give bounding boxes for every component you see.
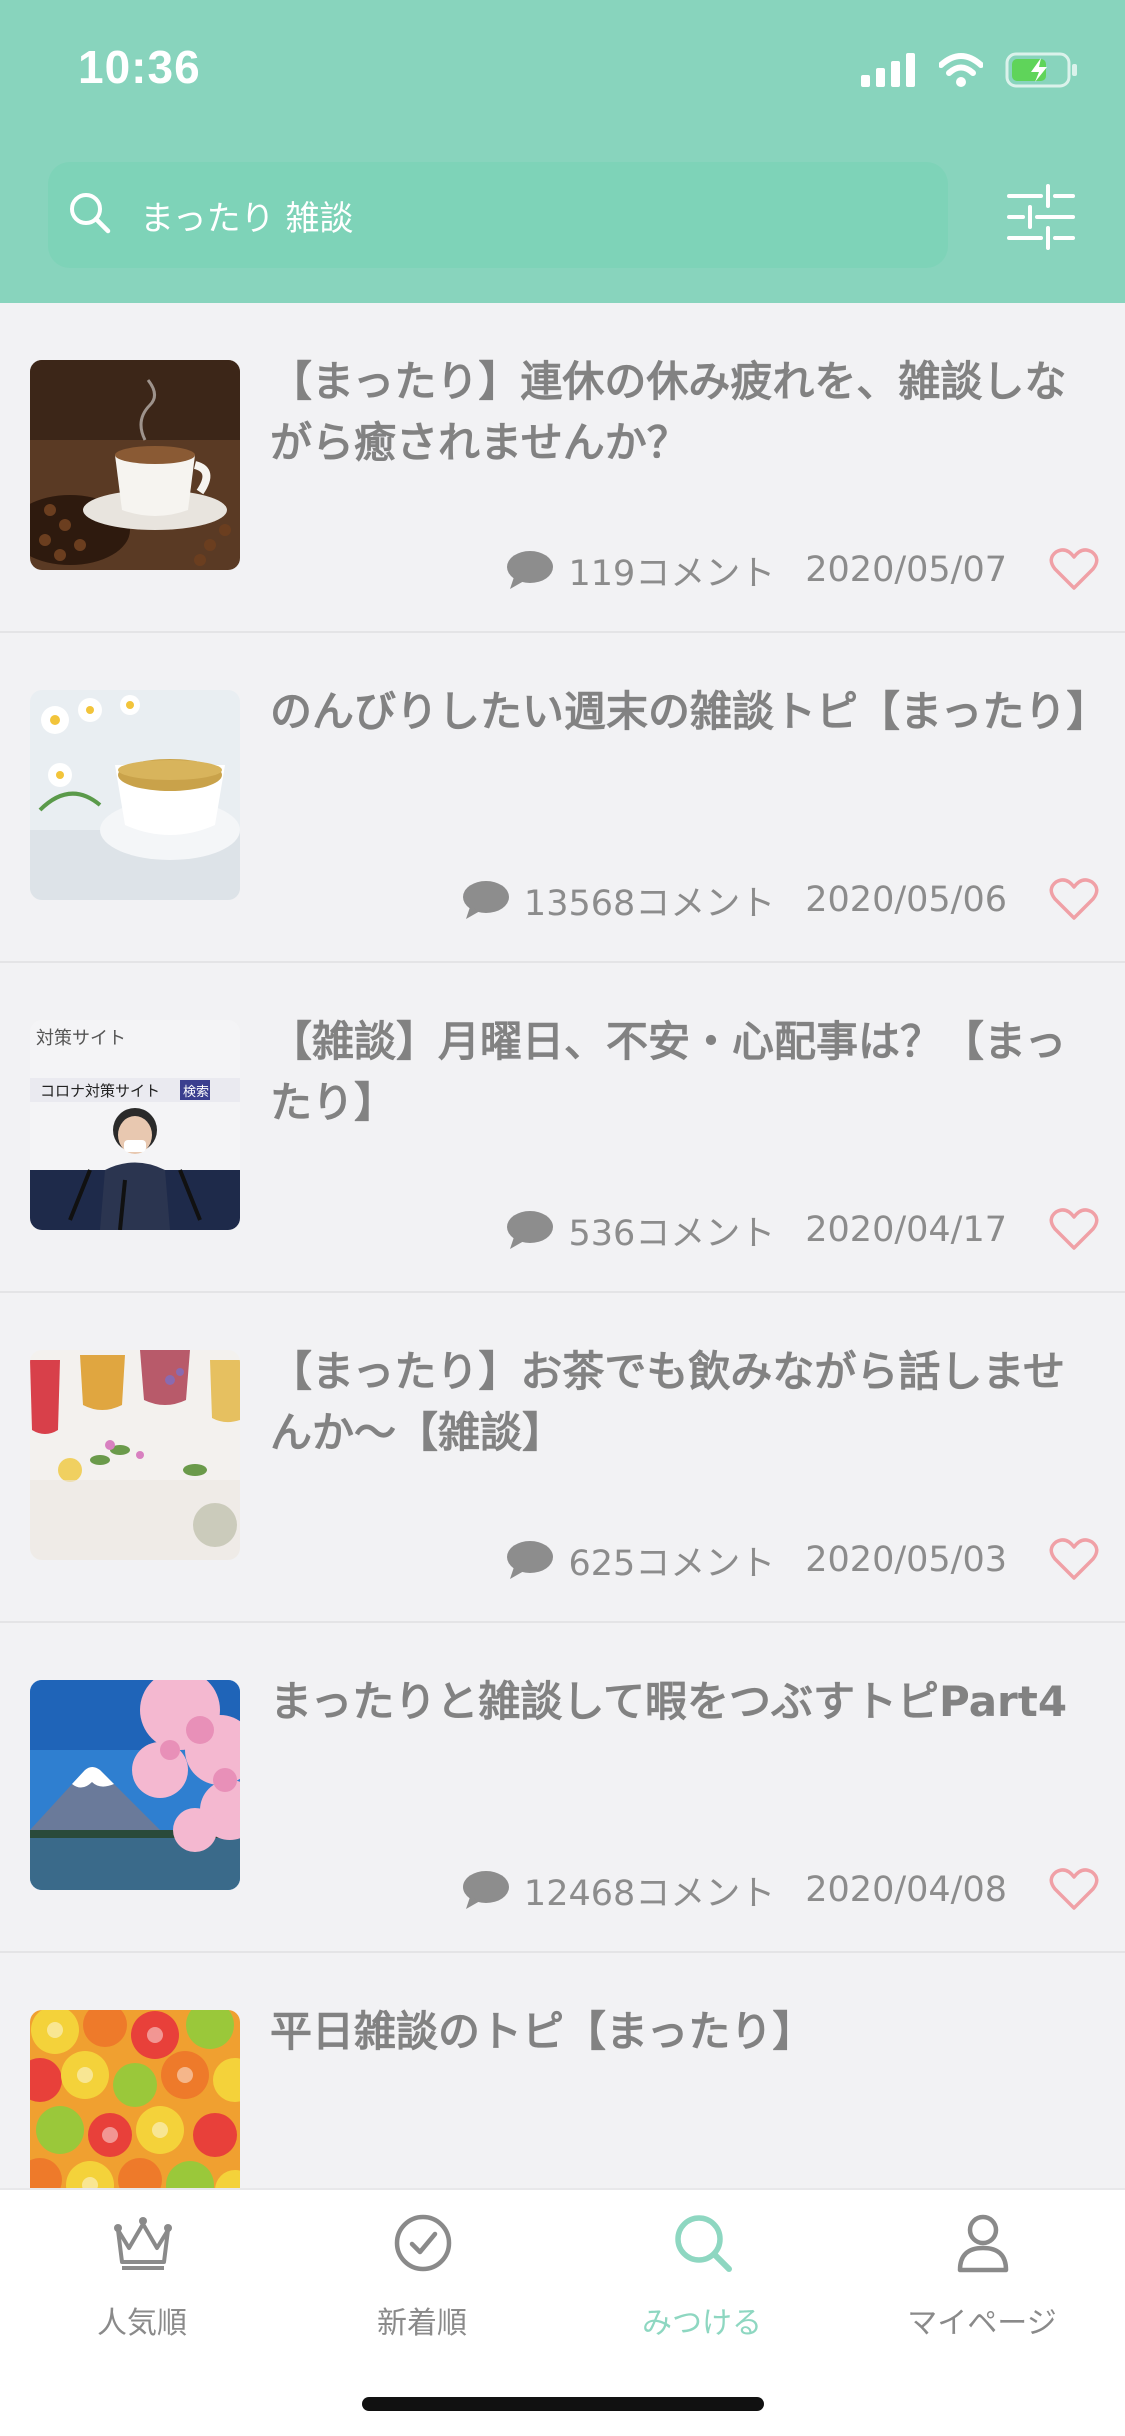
comment-count: 13568コメント [523,883,776,924]
topic-list: 【まったり】連休の休み疲れを、雑談しながら癒されませんか？ 119コメント 20… [0,303,1125,2188]
topic-date: 2020/04/17 [805,1210,1007,1250]
topic-thumbnail [30,360,240,570]
heart-icon[interactable] [1049,1868,1099,1912]
signal-icon [861,53,915,87]
status-time: 10:36 [78,41,201,93]
topic-thumbnail [30,690,240,900]
topic-date: 2020/05/03 [805,1540,1007,1580]
thumb-text-1: 対策サイト [36,1028,126,1049]
topic-meta: 12468コメント 2020/04/08 [462,1863,1099,1917]
search-input[interactable] [140,162,920,268]
heart-icon[interactable] [1049,548,1099,592]
topic-meta: 536コメント 2020/04/17 [506,1203,1099,1257]
header: 10:36 [0,0,1125,303]
topic-thumbnail [30,1350,240,1560]
topic-title: 平日雑談のトピ【まったり】 [270,2007,815,2056]
home-indicator [362,2397,764,2411]
topic-meta: 119コメント 2020/05/07 [506,543,1099,597]
topic-list-item[interactable]: 平日雑談のトピ【まったり】 [0,1953,1125,2188]
topic-list-item[interactable]: 対策サイト コロナ対策サイト 検索 【雑談】月曜日、不安・心配事は？【まったり】 [0,963,1125,1293]
battery-icon [1005,52,1077,88]
comment-count: 536コメント [568,1213,776,1254]
search-box[interactable] [48,162,948,268]
thumb-text-2: コロナ対策サイト [40,1082,160,1100]
topic-meta: 625コメント 2020/05/03 [506,1533,1099,1587]
topic-date: 2020/04/08 [805,1870,1007,1910]
topic-list-item[interactable]: 【まったり】お茶でも飲みながら話しませんか〜【雑談】 625コメント 2020/… [0,1293,1125,1623]
tab-newest[interactable]: 新着順 [282,2190,562,2380]
topic-list-item[interactable]: のんびりしたい週末の雑談トピ【まったり】 13568コメント 2020/05/0… [0,633,1125,963]
topic-title: のんびりしたい週末の雑談トピ【まったり】 [270,687,1109,736]
tab-label: みつける [642,2306,762,2341]
comment-count: 625コメント [568,1543,776,1584]
comment-icon [507,551,554,589]
search-row [0,162,1125,272]
topic-thumbnail [30,1680,240,1890]
comment-icon [462,1871,509,1909]
comment-icon [507,1211,554,1249]
app-screen: 10:36 まったり 雑談 【まったり】連休の休み疲れを、雑談しながら癒されませ… [0,0,1125,2436]
crown-icon [114,2217,172,2270]
status-bar: 10:36 [0,0,1125,140]
topic-title: 【まったり】お茶でも飲みながら話しませんか〜【雑談】 [270,1347,1066,1457]
filter-sliders-icon [1007,184,1075,250]
search-icon [70,193,111,234]
comment-icon [462,881,509,919]
wifi-icon [939,53,983,87]
search-icon [675,2215,732,2272]
person-icon [957,2214,1009,2273]
tab-popular[interactable]: 人気順 [2,2190,282,2380]
topic-title: 【雑談】月曜日、不安・心配事は？【まったり】 [270,1017,1067,1127]
tab-label: マイページ [907,2306,1057,2341]
thumb-text-badge: 検索 [183,1085,209,1100]
topic-date: 2020/05/06 [805,880,1007,920]
tab-label: 人気順 [97,2306,187,2341]
topic-date: 2020/05/07 [805,550,1007,590]
status-icons [861,52,1079,88]
heart-icon[interactable] [1049,1208,1099,1252]
filter-button[interactable] [1005,182,1077,252]
clock-icon [394,2214,452,2272]
topic-list-item[interactable]: まったりと雑談して暇をつぶすトピPart4 12468コメント 2020/04/… [0,1623,1125,1953]
tab-label: 新着順 [377,2306,467,2341]
comment-icon [507,1541,554,1579]
topic-title: 【まったり】連休の休み疲れを、雑談しながら癒されませんか？ [270,357,1067,467]
topic-list-item[interactable]: 【まったり】連休の休み疲れを、雑談しながら癒されませんか？ 119コメント 20… [0,303,1125,633]
tab-mypage[interactable]: マイページ [842,2190,1122,2380]
topic-thumbnail [30,2010,240,2188]
heart-icon[interactable] [1049,1538,1099,1582]
comment-count: 12468コメント [523,1873,776,1914]
topic-title: まったりと雑談して暇をつぶすトピPart4 [270,1677,1068,1726]
comment-count: 119コメント [568,553,776,594]
heart-icon[interactable] [1049,878,1099,922]
tab-discover[interactable]: みつける [562,2190,842,2380]
topic-thumbnail: 対策サイト コロナ対策サイト 検索 [30,1020,240,1230]
topic-meta: 13568コメント 2020/05/06 [462,873,1099,927]
